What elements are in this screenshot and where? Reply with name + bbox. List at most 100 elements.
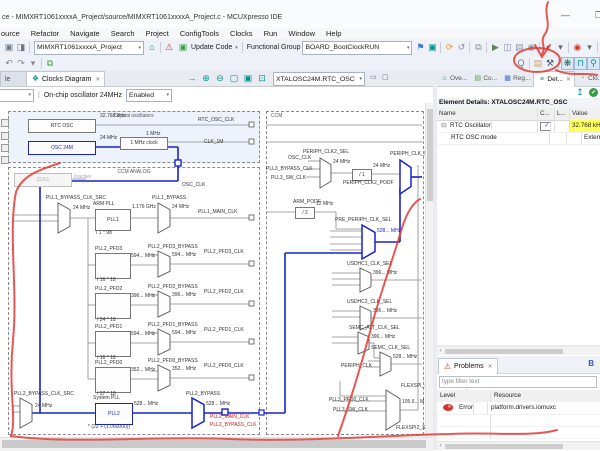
mux[interactable] — [386, 390, 400, 430]
mux[interactable] — [360, 268, 371, 292]
tab-overview[interactable]: ⌂Ove... — [437, 71, 470, 86]
pll2-pfd1-block[interactable] — [95, 331, 131, 357]
details-hscrollbar[interactable]: ‹ — [437, 347, 600, 355]
profile-icon[interactable]: ◉ — [525, 42, 537, 54]
menu-run[interactable]: Run — [260, 29, 278, 38]
step-icon[interactable]: ◫ — [501, 42, 513, 54]
pll2-pfd3-block[interactable] — [95, 253, 131, 279]
menu-window[interactable]: Window — [284, 29, 315, 38]
mode-value[interactable]: External cr — [582, 132, 600, 144]
tab-clocks-diagram[interactable]: ❖Clocks Diagram✕ — [26, 71, 105, 86]
expander-icon[interactable]: ⊟ — [439, 123, 447, 129]
refresh-icon[interactable]: ⟳ — [443, 42, 455, 54]
rtc-osc-block[interactable]: RTC OSC — [28, 119, 96, 133]
details-row-rtc-osc-mode[interactable]: RTC OSC mode External cr — [437, 132, 600, 145]
open-window-icon[interactable]: ⧉ — [472, 42, 484, 54]
minimize-view-icon[interactable]: ▭ — [370, 73, 377, 81]
tab-problems[interactable]: ⚠Problems✕ — [438, 358, 498, 374]
navigate-to-icon[interactable]: → — [186, 72, 198, 84]
apply-icon[interactable]: ✔ — [589, 88, 598, 97]
update-code-button[interactable]: ▣Update Code▾ — [177, 42, 238, 54]
history-caret-icon[interactable]: ▾ — [27, 57, 39, 69]
dropdown-caret-icon[interactable]: ▾ — [583, 42, 595, 54]
oscillator-enabled-combo[interactable]: Enabled▾ — [126, 89, 172, 102]
diagram-hscrollbar[interactable] — [0, 437, 433, 451]
mux[interactable] — [158, 365, 170, 391]
tab-details[interactable]: ≡Det...✕ — [533, 71, 575, 87]
mux[interactable] — [400, 160, 411, 194]
1mhz-clock-block[interactable]: 1 MHz clock — [120, 137, 168, 150]
pll1-block[interactable]: PLL1 — [95, 209, 131, 231]
menu-ource[interactable]: ource — [0, 29, 20, 38]
maximize-view-icon[interactable]: ▢ — [382, 73, 389, 81]
checkbox[interactable]: ✓ — [540, 122, 551, 131]
save-all-icon[interactable]: ◨ — [15, 42, 27, 54]
menu-help[interactable]: Help — [322, 29, 341, 38]
mux[interactable] — [362, 225, 375, 259]
element-combo[interactable]: XTALOSC24M.RTC_OSC▾ — [273, 72, 365, 86]
mux[interactable] — [358, 332, 369, 354]
flag-icon[interactable]: ⚑ — [414, 42, 426, 54]
stack-icon[interactable]: ▤ — [513, 42, 525, 54]
revert-icon[interactable]: ↺ — [455, 42, 467, 54]
mux[interactable] — [192, 398, 204, 428]
minimize-button[interactable]: — — [561, 10, 570, 20]
clipboard-icon[interactable]: ▤ — [532, 58, 544, 70]
functional-group-combo[interactable]: BOARD_BootClockRUN▾ — [302, 41, 412, 55]
close-tab-icon[interactable]: ✕ — [566, 76, 571, 83]
zoom-in-icon[interactable]: ⊕ — [200, 72, 212, 84]
error-marker-icon[interactable]: ⚠ — [163, 42, 175, 54]
config-tools-icon[interactable]: ⚒ — [544, 58, 556, 70]
menu-navigate[interactable]: Navigate — [66, 29, 100, 38]
menu-refactor[interactable]: Refactor — [27, 29, 59, 38]
collapse-all-icon[interactable]: ↥ — [574, 87, 586, 99]
problems-filter-input[interactable]: type filter text — [439, 376, 597, 388]
tab-clocks[interactable]: ◔Clo... — [575, 71, 600, 86]
pll2-pfd0-block[interactable] — [95, 367, 131, 393]
home-icon[interactable]: ⌂ — [146, 42, 158, 54]
zoom-out-icon[interactable]: ⊖ — [214, 72, 226, 84]
clk1-block[interactable]: CLK1 — [14, 173, 72, 187]
arm-podf-block[interactable]: / 2 — [295, 207, 315, 219]
tab-registers[interactable]: ▦Reg... — [500, 71, 533, 86]
close-tab-icon[interactable]: ✕ — [95, 76, 100, 83]
zoom-fit-icon[interactable]: ▢ — [228, 72, 240, 84]
project-combo[interactable]: MIMXRT1061xxxxA_Project▾ — [34, 41, 144, 55]
pins-tool-icon[interactable]: ⚲ — [587, 57, 600, 70]
mux[interactable] — [380, 352, 391, 376]
menu-search[interactable]: Search — [107, 29, 135, 38]
pll2-pfd2-block[interactable] — [95, 293, 131, 319]
forward-icon[interactable]: ↷ — [15, 57, 27, 69]
run-icon[interactable]: ▶ — [489, 42, 501, 54]
diagram-canvas[interactable]: Crystal oscillatorsCCM ANALOGCCMRTC OSCO… — [0, 103, 425, 437]
menu-clocks[interactable]: Clocks — [226, 29, 253, 38]
mux[interactable] — [158, 203, 170, 233]
mux[interactable] — [58, 203, 70, 233]
console-icon[interactable]: ▣ — [426, 42, 438, 54]
run-group-combo[interactable]: UN▾ — [0, 89, 34, 102]
timing-diagram-icon[interactable]: ⊓ — [574, 57, 587, 70]
osc-24m-block[interactable]: OSC 24M — [28, 141, 96, 155]
debug-config-icon[interactable]: ◉ — [571, 42, 583, 54]
pll2-block[interactable]: PLL2 — [95, 403, 133, 425]
mux[interactable] — [20, 398, 32, 428]
frequency-value[interactable]: 32.768 kHz — [570, 120, 600, 132]
show-detail-icon[interactable]: ⊡ — [256, 72, 268, 84]
save-icon[interactable]: ▣ — [3, 42, 15, 54]
mux[interactable] — [158, 291, 170, 317]
side-button[interactable]: B — [588, 359, 594, 368]
dropdown-caret-icon[interactable]: ▾ — [554, 42, 566, 54]
mux[interactable] — [158, 329, 170, 355]
back-icon[interactable]: ↶ — [3, 57, 15, 69]
tab-code[interactable]: ▤Co... — [470, 71, 500, 86]
tab-partial[interactable]: le — [0, 71, 28, 86]
problems-hscrollbar[interactable]: ‹ — [437, 441, 600, 450]
clocks-tool-icon[interactable]: ❋ — [561, 57, 574, 70]
search-icon[interactable]: Q — [515, 58, 527, 70]
mux[interactable] — [158, 251, 170, 277]
close-tab-icon[interactable]: ✕ — [488, 363, 493, 370]
mux[interactable] — [320, 158, 331, 188]
menu-project[interactable]: Project — [142, 29, 169, 38]
menu-configtools[interactable]: ConfigTools — [176, 29, 219, 38]
last-edit-location-icon[interactable]: ⧉ — [44, 57, 56, 69]
